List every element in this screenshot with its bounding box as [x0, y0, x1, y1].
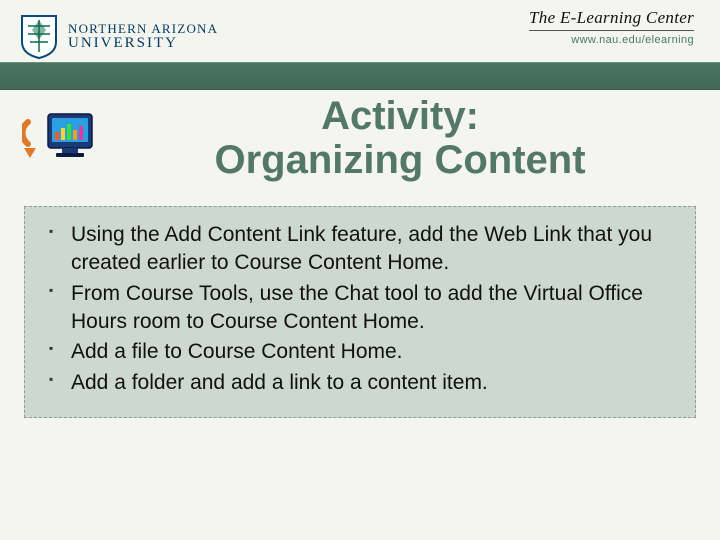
content-box: Using the Add Content Link feature, add …: [24, 206, 696, 418]
logo-text: NORTHERN ARIZONA UNIVERSITY: [68, 22, 218, 51]
title-line2: Organizing Content: [214, 138, 585, 182]
logo-line2: UNIVERSITY: [68, 36, 218, 52]
header: NORTHERN ARIZONA UNIVERSITY The E-Learni…: [0, 0, 720, 78]
list-item: Add a file to Course Content Home.: [45, 338, 675, 366]
center-title: The E-Learning Center: [529, 8, 694, 31]
nau-shield-icon: [18, 14, 60, 60]
list-item: Using the Add Content Link feature, add …: [45, 221, 675, 278]
list-item: From Course Tools, use the Chat tool to …: [45, 280, 675, 337]
header-divider-bar: [0, 62, 720, 90]
header-right: The E-Learning Center www.nau.edu/elearn…: [529, 8, 694, 46]
logo-line1: NORTHERN ARIZONA: [68, 22, 218, 36]
center-url: www.nau.edu/elearning: [529, 34, 694, 46]
list-item: Add a folder and add a link to a content…: [45, 369, 675, 397]
bullet-list: Using the Add Content Link feature, add …: [45, 221, 675, 397]
title-line1: Activity:: [321, 94, 479, 138]
slide-title: Activity: Organizing Content: [0, 94, 720, 182]
logo: NORTHERN ARIZONA UNIVERSITY: [18, 14, 218, 60]
